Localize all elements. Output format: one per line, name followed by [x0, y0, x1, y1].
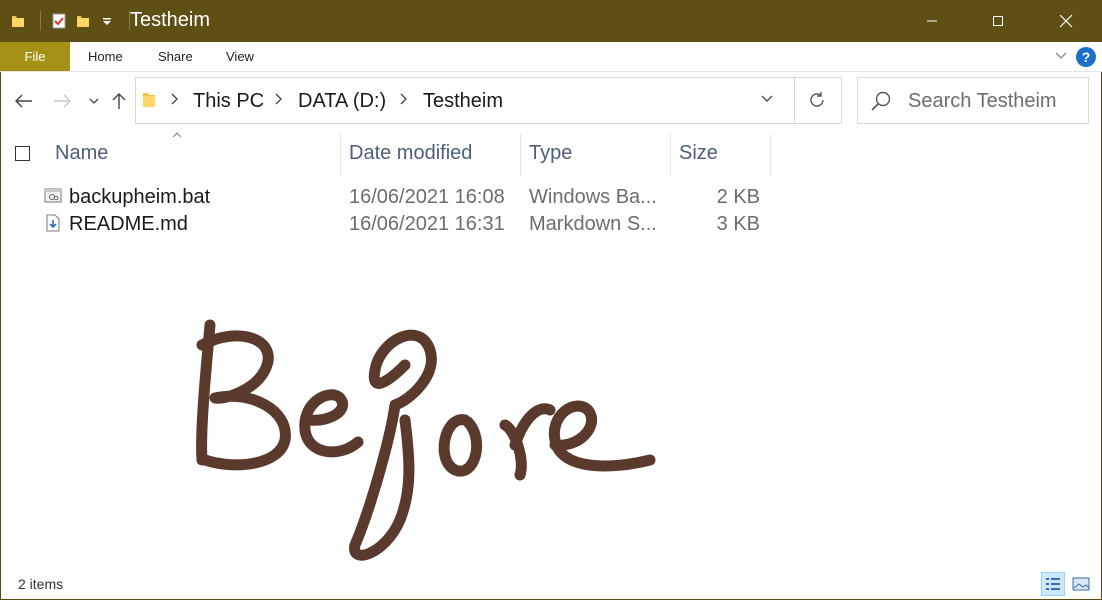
address-bar[interactable]: This PC DATA (D:) Testheim: [135, 77, 842, 124]
maximize-button[interactable]: [964, 0, 1032, 42]
breadcrumb-testheim[interactable]: Testheim: [423, 90, 503, 113]
search-input[interactable]: Search Testheim: [908, 90, 1057, 113]
item-count: 2 items: [18, 576, 64, 592]
folder-icon: [142, 91, 156, 114]
column-divider[interactable]: [340, 134, 341, 176]
chevron-right-icon[interactable]: [399, 92, 407, 111]
file-size: 3 KB: [716, 213, 760, 235]
breadcrumb-data-drive[interactable]: DATA (D:): [298, 90, 386, 113]
column-header-type[interactable]: Type: [529, 142, 572, 165]
expand-ribbon-chevron-icon[interactable]: [1054, 48, 1068, 67]
column-header-size[interactable]: Size: [679, 142, 718, 165]
toolbar-divider: [40, 11, 41, 31]
address-history-dropdown-icon[interactable]: [760, 92, 774, 111]
column-divider[interactable]: [520, 134, 521, 176]
search-icon: [870, 90, 892, 117]
select-all-checkbox[interactable]: [15, 146, 30, 161]
chevron-right-icon[interactable]: [274, 92, 282, 111]
quick-access-toolbar: [8, 8, 138, 34]
properties-icon[interactable]: [49, 11, 69, 31]
batch-file-icon: [44, 187, 62, 210]
folder-icon[interactable]: [8, 11, 28, 31]
address-divider: [794, 78, 795, 123]
refresh-icon[interactable]: [806, 89, 828, 116]
chevron-right-icon[interactable]: [170, 92, 178, 111]
breadcrumb-this-pc[interactable]: This PC: [193, 90, 264, 113]
window-title: Testheim: [130, 9, 211, 31]
column-header-date-modified[interactable]: Date modified: [349, 142, 472, 165]
markdown-file-icon: [44, 214, 62, 237]
customize-dropdown-icon[interactable]: [97, 11, 117, 31]
recent-locations-button[interactable]: [82, 88, 106, 114]
large-icons-view-button[interactable]: [1069, 572, 1093, 596]
title-bar: Testheim: [0, 0, 1102, 42]
back-button[interactable]: [12, 88, 36, 114]
tab-view[interactable]: View: [226, 42, 254, 71]
file-type: Markdown S...: [529, 213, 657, 235]
tab-file[interactable]: File: [0, 42, 70, 71]
file-name[interactable]: backupheim.bat: [69, 186, 210, 209]
details-view-button[interactable]: [1041, 572, 1065, 596]
ribbon-tabs: File Home Share View ?: [0, 42, 1102, 72]
help-icon[interactable]: ?: [1076, 47, 1096, 67]
up-button[interactable]: [107, 88, 131, 114]
tab-home[interactable]: Home: [88, 42, 123, 71]
file-date-modified: 16/06/2021 16:31: [349, 213, 505, 235]
file-row[interactable]: backupheim.bat 16/06/2021 16:08 Windows …: [0, 184, 1102, 211]
forward-button[interactable]: [50, 88, 74, 114]
file-size: 2 KB: [716, 186, 760, 208]
handwritten-annotation: [180, 310, 660, 575]
sort-ascending-icon: [172, 126, 182, 144]
column-divider[interactable]: [670, 134, 671, 176]
file-row[interactable]: README.md 16/06/2021 16:31 Markdown S...…: [0, 211, 1102, 238]
file-type: Windows Ba...: [529, 186, 657, 208]
column-divider[interactable]: [770, 134, 771, 176]
close-button[interactable]: [1032, 0, 1100, 42]
new-folder-icon[interactable]: [73, 11, 93, 31]
minimize-button[interactable]: [898, 0, 966, 42]
tab-share[interactable]: Share: [158, 42, 193, 71]
search-box[interactable]: Search Testheim: [857, 77, 1089, 124]
file-date-modified: 16/06/2021 16:08: [349, 186, 505, 208]
file-name[interactable]: README.md: [69, 213, 188, 236]
column-header-name[interactable]: Name: [55, 142, 108, 165]
